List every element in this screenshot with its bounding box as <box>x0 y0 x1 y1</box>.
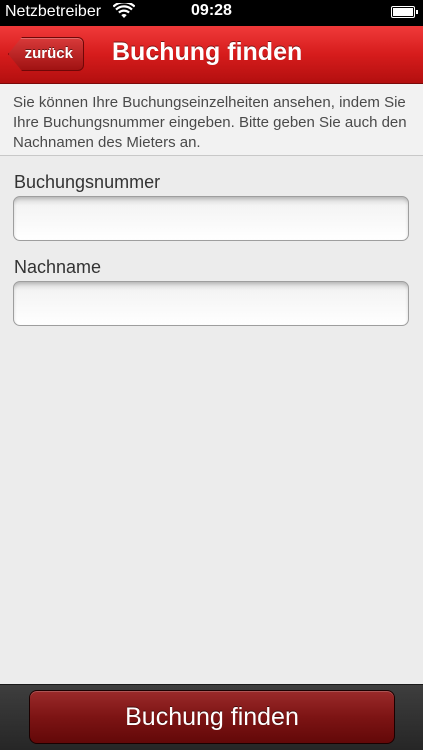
find-booking-button[interactable]: Buchung finden <box>29 690 395 744</box>
bottom-toolbar: Buchung finden <box>0 684 423 750</box>
booking-number-input[interactable] <box>13 196 409 241</box>
page-title: Buchung finden <box>112 38 303 66</box>
last-name-input[interactable] <box>13 281 409 326</box>
info-text: Sie können Ihre Buchungseinzelheiten ans… <box>0 84 423 156</box>
battery-icon <box>391 6 418 18</box>
last-name-label: Nachname <box>14 257 102 277</box>
back-button[interactable]: zurück <box>8 37 84 71</box>
navigation-bar: zurück Buchung finden <box>0 26 423 84</box>
status-time: 09:28 <box>191 2 232 19</box>
status-bar: Netzbetreiber 09:28 <box>0 0 423 26</box>
booking-number-label: Buchungsnummer <box>14 172 161 192</box>
